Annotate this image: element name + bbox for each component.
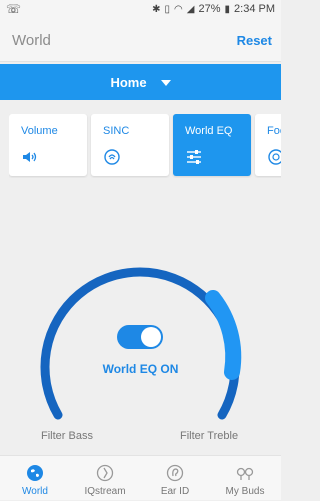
toggle-knob xyxy=(141,327,161,347)
nav-world[interactable]: World xyxy=(0,456,70,501)
reset-button[interactable]: Reset xyxy=(237,33,272,48)
tile-label: Foc xyxy=(267,125,281,137)
nav-label: My Buds xyxy=(225,486,265,497)
earbuds-icon xyxy=(236,467,254,480)
chevron-down-icon xyxy=(160,79,171,86)
nav-iqstream[interactable]: IQstream xyxy=(70,456,140,501)
treble-handle[interactable] xyxy=(205,290,242,380)
tile-world-eq[interactable]: World EQ xyxy=(173,114,251,176)
signal-icon: ◢ xyxy=(186,3,195,15)
battery-level: 27% xyxy=(198,3,221,15)
vibrate-icon: ▯ xyxy=(164,3,171,15)
location-selected-label: Home xyxy=(110,74,147,90)
tile-focus[interactable]: Foc xyxy=(255,114,281,176)
page-title: World xyxy=(12,32,51,49)
headset-call-icon: ☏ xyxy=(6,2,22,16)
world-eq-toggle[interactable] xyxy=(117,325,163,349)
status-bar: ☏ ✱ ▯ ◠ ◢ 27% ▮ 2:34 PM xyxy=(0,0,281,18)
nav-ear-id[interactable]: Ear ID xyxy=(140,456,210,501)
filter-bass-label: Filter Bass xyxy=(41,430,93,442)
filter-treble-label: Filter Treble xyxy=(180,430,239,442)
feature-tiles: Volume SINC World EQ Foc xyxy=(9,114,281,178)
speaker-icon xyxy=(23,152,37,162)
nav-label: Ear ID xyxy=(160,486,190,497)
battery-icon: ▮ xyxy=(224,3,231,15)
globe-icon xyxy=(27,465,43,481)
status-icons: ✱ ▯ ◠ ◢ 27% ▮ 2:34 PM xyxy=(152,3,275,15)
tile-label: Volume xyxy=(21,125,58,137)
location-dropdown[interactable]: Home xyxy=(0,64,281,100)
nav-my-buds[interactable]: My Buds xyxy=(210,456,280,501)
equalizer-icon xyxy=(187,150,201,164)
iqstream-icon xyxy=(96,464,114,482)
app-bar: World Reset xyxy=(0,18,281,62)
clock: 2:34 PM xyxy=(234,3,275,15)
tile-sinc[interactable]: SINC xyxy=(91,114,169,176)
tile-volume[interactable]: Volume xyxy=(9,114,87,176)
tile-label: SINC xyxy=(103,125,130,137)
wifi-icon: ◠ xyxy=(174,3,183,15)
nav-label: World xyxy=(22,486,48,497)
bottom-nav: World IQstream Ear ID My Buds xyxy=(0,455,281,500)
ear-id-icon xyxy=(166,464,184,482)
focus-icon xyxy=(268,149,281,165)
bluetooth-icon: ✱ xyxy=(152,3,161,15)
eq-status-text: World EQ ON xyxy=(102,362,179,376)
nav-label: IQstream xyxy=(84,486,126,497)
tile-label: World EQ xyxy=(185,125,233,137)
sinc-icon xyxy=(104,149,120,165)
